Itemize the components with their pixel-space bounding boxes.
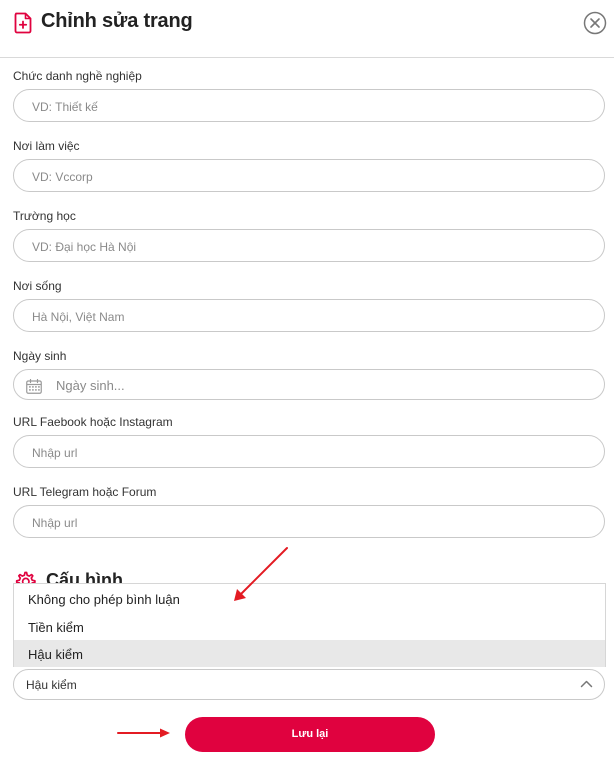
select-value: Hậu kiểm bbox=[26, 678, 77, 692]
calendar-icon bbox=[26, 379, 42, 394]
chevron-up-icon bbox=[580, 680, 593, 688]
edit-page-modal: Chỉnh sửa trang Chức danh nghề nghiệp Nơ… bbox=[0, 0, 614, 770]
facebook-url-field[interactable] bbox=[13, 435, 605, 469]
dropdown-option-label: Không cho phép bình luận bbox=[28, 592, 180, 607]
birthday-input[interactable] bbox=[54, 370, 614, 401]
modal-title: Chỉnh sửa trang bbox=[41, 10, 193, 32]
file-plus-icon bbox=[14, 12, 32, 34]
facebook-url-label: URL Faebook hoặc Instagram bbox=[13, 415, 173, 429]
workplace-label: Nơi làm việc bbox=[13, 139, 80, 153]
school-label: Trường học bbox=[13, 209, 76, 223]
telegram-url-label: URL Telegram hoặc Forum bbox=[13, 485, 157, 499]
save-button[interactable]: Lưu lại bbox=[185, 717, 435, 752]
dropdown-option[interactable]: Không cho phép bình luận bbox=[14, 585, 605, 613]
residence-label: Nơi sống bbox=[13, 279, 62, 293]
close-icon[interactable] bbox=[583, 11, 607, 35]
dropdown-option-selected[interactable]: Hậu kiểm bbox=[14, 640, 605, 667]
job-title-label: Chức danh nghề nghiệp bbox=[13, 69, 142, 83]
job-title-input[interactable] bbox=[30, 90, 594, 123]
telegram-url-input[interactable] bbox=[30, 506, 594, 539]
residence-input[interactable] bbox=[30, 300, 594, 333]
school-field[interactable] bbox=[13, 229, 605, 263]
facebook-url-input[interactable] bbox=[30, 436, 594, 469]
job-title-field[interactable] bbox=[13, 89, 605, 123]
dropdown-option-label: Hậu kiểm bbox=[28, 647, 83, 662]
residence-field[interactable] bbox=[13, 299, 605, 333]
telegram-url-field[interactable] bbox=[13, 505, 605, 539]
school-input[interactable] bbox=[30, 230, 594, 263]
birthday-field[interactable] bbox=[13, 369, 614, 401]
workplace-input[interactable] bbox=[30, 160, 594, 193]
birthday-label: Ngày sinh bbox=[13, 349, 67, 363]
dropdown-option-label: Tiền kiểm bbox=[28, 620, 84, 635]
dropdown-option[interactable]: Tiền kiểm bbox=[14, 613, 605, 641]
comment-mode-select[interactable]: Hậu kiểm bbox=[13, 669, 605, 700]
workplace-field[interactable] bbox=[13, 159, 605, 193]
save-button-label: Lưu lại bbox=[291, 728, 329, 740]
comment-mode-dropdown-menu: Không cho phép bình luận Tiền kiểm Hậu k… bbox=[13, 583, 606, 667]
modal-header: Chỉnh sửa trang bbox=[0, 0, 614, 58]
annotation-arrow-icon bbox=[117, 728, 170, 738]
